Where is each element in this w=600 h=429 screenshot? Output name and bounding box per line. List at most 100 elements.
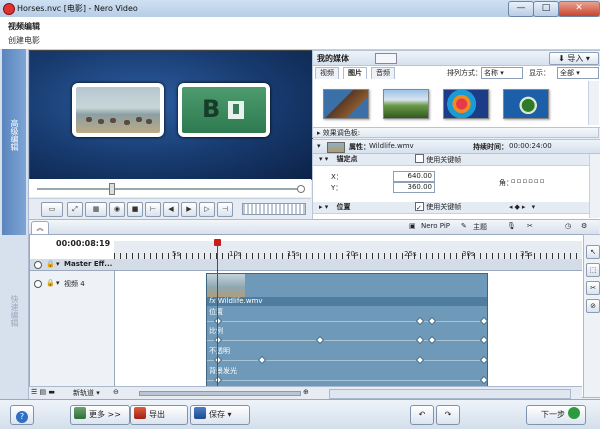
volume-meter[interactable] [242, 203, 306, 215]
anchor-grid-icon[interactable]: ▫▫▫▫▫▫ [511, 177, 545, 185]
export-button[interactable]: 导出 [130, 405, 188, 425]
undo-button[interactable]: ↶ [410, 405, 434, 425]
link-tool-icon[interactable]: ⊘ [586, 299, 600, 313]
y-input[interactable]: 360.00 [393, 182, 435, 193]
media-thumb[interactable] [443, 89, 489, 119]
preview-thumb-horses[interactable] [72, 83, 164, 137]
tab-audio[interactable]: 音频 [371, 67, 395, 79]
expand-arrow-icon[interactable]: ▾ [56, 260, 60, 268]
keyframe-marker[interactable] [257, 355, 267, 365]
playhead-line[interactable] [217, 241, 218, 396]
anchor-row[interactable]: ▾ ▾ 锚定点 使用关键帧 [313, 154, 589, 166]
video-clip[interactable]: fx Wildlife.wmv 位置 比例 不透明 背景发光 [206, 273, 489, 397]
sort-select[interactable]: 名称 ▾ [481, 67, 523, 79]
keyframe-marker[interactable] [213, 335, 223, 345]
media-thumb[interactable] [323, 89, 369, 119]
keyframe-marker[interactable] [415, 355, 425, 365]
aspect-button[interactable]: ▦ [85, 202, 107, 217]
keyframe-marker[interactable] [427, 316, 437, 326]
pip-icon[interactable]: ▣ [409, 222, 416, 230]
stop-icon[interactable]: ■ [127, 202, 143, 217]
keyframe-marker[interactable] [415, 335, 425, 345]
theme-button[interactable]: 主题 [473, 222, 487, 232]
media-scrollbar[interactable] [588, 81, 599, 125]
microphone-icon[interactable]: 🎙 [507, 222, 516, 230]
collapse-up-icon[interactable]: ︽ [31, 221, 49, 235]
scrub-handle[interactable] [109, 183, 115, 195]
keyframe-marker[interactable] [479, 355, 489, 365]
tab-quick-edit[interactable]: 快速编辑 [2, 235, 26, 395]
play-icon[interactable]: ▶ [181, 202, 197, 217]
app-window: Horses.nvc [电影] - Nero Video — □ ✕ 视频编辑 … [0, 0, 600, 429]
position-row[interactable]: ▸ ▾ 位置 ✓ 使用关键帧 ◂◆▸ ▾ [313, 202, 589, 214]
new-track-button[interactable]: 新轨道 ▾ [73, 388, 100, 398]
prev-frame-icon[interactable]: ◀ [163, 202, 179, 217]
eye-icon[interactable] [34, 261, 42, 269]
help-button[interactable]: ? [10, 405, 34, 425]
show-select[interactable]: 全部 ▾ [557, 67, 599, 79]
scrub-end-marker[interactable] [297, 185, 305, 193]
keyframe-marker[interactable] [479, 375, 489, 385]
mark-in-icon[interactable]: ⊢ [145, 202, 161, 217]
media-thumb[interactable] [503, 89, 549, 119]
timeline-hscroll[interactable] [329, 389, 571, 399]
expand-arrow-icon[interactable]: ▾ [56, 279, 60, 287]
tab-pictures[interactable]: 图片 [343, 67, 367, 79]
lock-icon[interactable]: 🔒 [46, 279, 55, 287]
position-keyframe-checkbox[interactable]: ✓ 使用关键帧 [415, 202, 461, 213]
nero-app-icon [3, 3, 15, 15]
collapse-arrow-icon[interactable]: ▾ [317, 142, 321, 150]
display-mode-button[interactable]: ▭ [41, 202, 63, 217]
next-frame-icon[interactable]: ▷ [199, 202, 215, 217]
tab-advanced-edit[interactable]: 高级编辑 [2, 49, 26, 235]
time-ruler[interactable]: 5s 10s 15s 20s 25s 30s 35s [114, 241, 582, 260]
keyframe-marker[interactable] [479, 316, 489, 326]
keyframe-nav-icon[interactable]: ◂◆▸ ▾ [509, 202, 537, 213]
keyframe-marker[interactable] [427, 335, 437, 345]
keyframe-marker[interactable] [415, 316, 425, 326]
effects-palette-header[interactable]: ▸ 效果调色板: [312, 127, 599, 138]
scrub-bar[interactable] [29, 179, 311, 197]
save-button[interactable]: 保存 ▾ [190, 405, 250, 425]
fullscreen-icon[interactable]: ⤢ [67, 202, 83, 217]
lock-icon[interactable]: 🔒 [46, 260, 55, 268]
zoom-in-icon[interactable]: ⊕ [303, 388, 309, 396]
cut-tool-icon[interactable]: ✂ [586, 281, 600, 295]
media-thumb[interactable] [383, 89, 429, 119]
effect-tool-icon[interactable]: ✂ [527, 222, 533, 230]
pip-button[interactable]: Nero PiP [421, 222, 450, 230]
ruler-label: 15s [287, 250, 300, 258]
import-button[interactable]: ⬇ 导入 ▾ [549, 52, 599, 65]
tab-video[interactable]: 视频 [315, 67, 339, 79]
clock-icon[interactable]: ◷ [565, 222, 571, 230]
position-label: 位置 [336, 203, 351, 211]
keyframe-marker[interactable] [213, 355, 223, 365]
theme-icon[interactable]: ✎ [461, 222, 467, 230]
keyframe-marker[interactable] [315, 335, 325, 345]
more-button[interactable]: 更多 >> [70, 405, 130, 425]
snapshot-icon[interactable]: ◉ [109, 202, 125, 217]
pointer-tool-icon[interactable]: ↖ [586, 245, 600, 259]
x-input[interactable]: 640.00 [393, 171, 435, 182]
close-button[interactable]: ✕ [558, 1, 600, 17]
mark-out-icon[interactable]: ⊣ [217, 202, 233, 217]
view-mode-icon[interactable]: ☰ ▤ ▬ [31, 388, 55, 396]
view-toggle-icon[interactable] [375, 53, 397, 64]
eye-icon[interactable] [34, 280, 42, 288]
minimize-button[interactable]: — [508, 1, 534, 17]
zoom-out-icon[interactable]: ⊖ [113, 388, 119, 396]
settings-gear-icon[interactable]: ⚙ [581, 222, 587, 230]
preview-thumb-title[interactable]: B [178, 83, 270, 137]
properties-scrollbar[interactable] [589, 154, 600, 218]
maximize-button[interactable]: □ [533, 1, 559, 17]
redo-button[interactable]: ↷ [436, 405, 460, 425]
media-title: 我的媒体 [317, 54, 349, 63]
keyframe-marker[interactable] [213, 375, 223, 385]
next-button[interactable]: 下一步 [526, 405, 586, 425]
keyframe-marker[interactable] [213, 316, 223, 326]
master-effects-track[interactable]: 🔒 ▾ Master Eff... [30, 259, 582, 271]
select-tool-icon[interactable]: ⬚ [586, 263, 600, 277]
zoom-slider[interactable] [139, 391, 301, 396]
anchor-keyframe-checkbox[interactable]: 使用关键帧 [415, 154, 461, 166]
keyframe-marker[interactable] [479, 335, 489, 345]
